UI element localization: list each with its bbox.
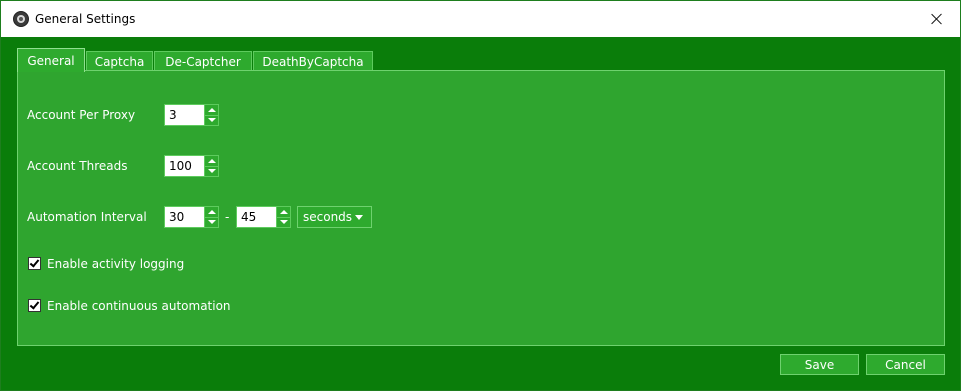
interval-unit-value: seconds — [303, 210, 353, 224]
account-per-proxy-spinner: 3 — [164, 104, 219, 126]
close-button[interactable] — [914, 1, 960, 37]
increment-icon[interactable] — [205, 156, 218, 167]
settings-window: General Settings General Captcha De-Capt… — [0, 0, 961, 391]
cancel-button[interactable]: Cancel — [866, 354, 945, 375]
activity-logging-checkbox[interactable] — [28, 257, 41, 270]
continuous-automation-label: Enable continuous automation — [47, 299, 231, 313]
interval-min-input[interactable]: 30 — [165, 207, 204, 227]
interval-unit-select[interactable]: seconds — [297, 206, 372, 228]
tab-captcha[interactable]: Captcha — [86, 51, 153, 71]
save-button[interactable]: Save — [780, 354, 859, 375]
tab-de-captcher[interactable]: De-Captcher — [154, 51, 252, 71]
account-threads-input[interactable]: 100 — [165, 156, 204, 176]
interval-min-spinner: 30 — [164, 206, 219, 228]
interval-max-spinner: 45 — [236, 206, 291, 228]
decrement-icon[interactable] — [205, 218, 218, 228]
tab-deathbycaptcha[interactable]: DeathByCaptcha — [253, 51, 373, 71]
account-threads-spinner: 100 — [164, 155, 219, 177]
activity-logging-label: Enable activity logging — [47, 257, 185, 271]
decrement-icon[interactable] — [277, 218, 290, 228]
app-icon — [13, 11, 29, 27]
account-threads-label: Account Threads — [27, 159, 128, 173]
increment-icon[interactable] — [277, 207, 290, 218]
checkmark-icon — [29, 299, 40, 310]
automation-interval-label: Automation Interval — [27, 210, 147, 224]
chevron-down-icon — [355, 215, 363, 220]
increment-icon[interactable] — [205, 105, 218, 116]
window-title: General Settings — [35, 12, 136, 26]
continuous-automation-checkbox[interactable] — [28, 299, 41, 312]
increment-icon[interactable] — [205, 207, 218, 218]
tab-general[interactable]: General — [17, 48, 85, 72]
close-icon — [931, 13, 943, 25]
checkmark-icon — [29, 257, 40, 268]
interval-max-input[interactable]: 45 — [237, 207, 276, 227]
interval-separator: - — [225, 210, 230, 224]
account-per-proxy-label: Account Per Proxy — [27, 108, 136, 122]
title-bar: General Settings — [1, 1, 960, 37]
general-panel: Account Per Proxy 3 Account Threads 100 … — [17, 70, 945, 346]
account-per-proxy-input[interactable]: 3 — [165, 105, 204, 125]
decrement-icon[interactable] — [205, 167, 218, 177]
decrement-icon[interactable] — [205, 116, 218, 126]
